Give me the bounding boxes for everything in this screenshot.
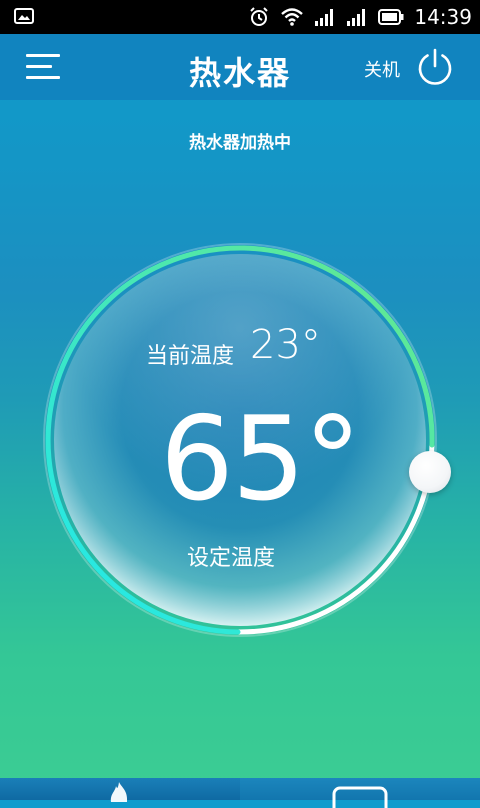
app-header: 热水器 关机 <box>0 34 480 100</box>
set-temp-value: 65° <box>160 392 362 527</box>
bottom-tab-bar <box>0 778 480 808</box>
status-bar: 14:39 <box>0 0 480 34</box>
tab-display[interactable] <box>240 778 480 808</box>
screen-icon <box>332 786 388 808</box>
heating-status: 热水器加热中 <box>189 133 291 153</box>
current-temp-label: 当前温度 <box>146 344 235 369</box>
set-temp-label: 设定温度 <box>187 546 276 571</box>
power-icon[interactable] <box>414 46 456 88</box>
tab-heating[interactable] <box>0 778 240 802</box>
status-time: 14:39 <box>414 5 472 29</box>
power-off-label[interactable]: 关机 <box>364 56 400 82</box>
signal-icon <box>315 9 334 26</box>
flame-icon <box>110 782 128 802</box>
battery-icon <box>378 9 404 25</box>
signal-icon <box>347 9 366 26</box>
temperature-slider-knob[interactable] <box>409 451 451 493</box>
alarm-icon <box>250 7 269 26</box>
current-temp-value: 23° <box>250 322 321 368</box>
wifi-icon <box>281 8 304 26</box>
page-title: 热水器 <box>188 54 291 92</box>
gallery-icon <box>14 8 34 24</box>
